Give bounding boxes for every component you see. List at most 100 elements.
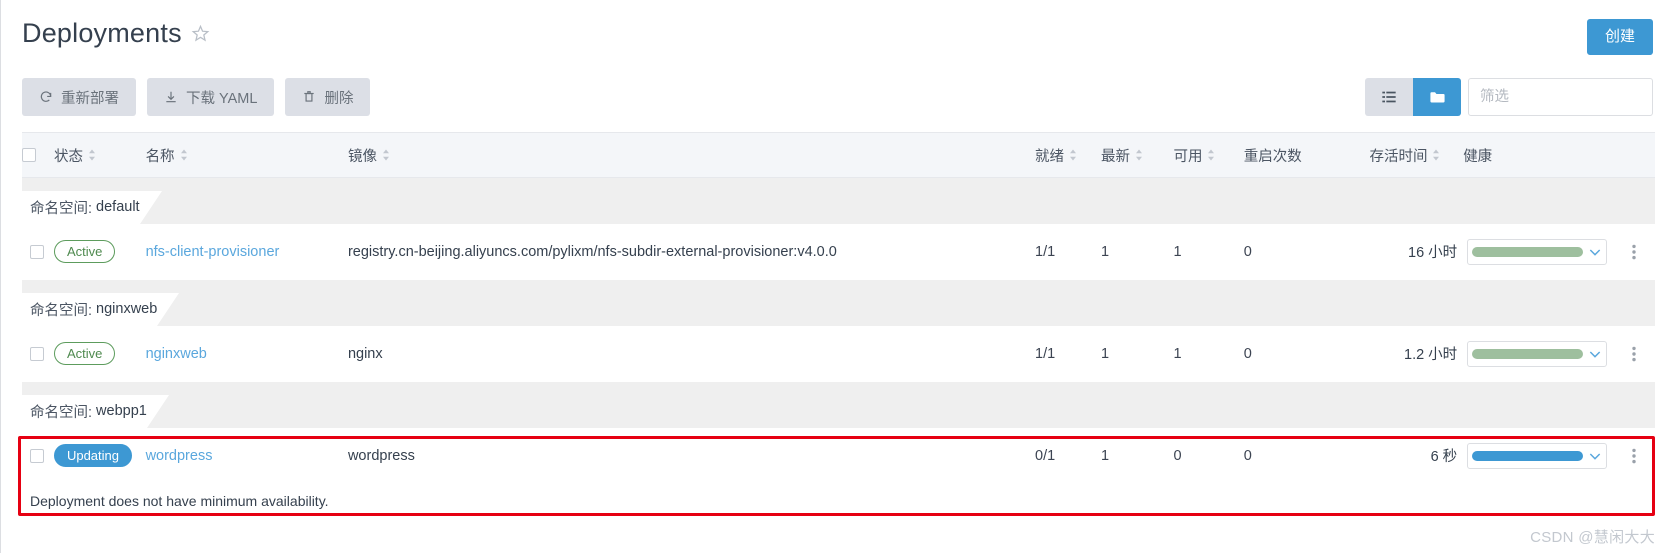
- sort-icon: [1135, 149, 1143, 161]
- row-actions-cell: [1625, 325, 1655, 382]
- table-row[interactable]: Updating wordpress wordpress 0/1 1 0 0 6…: [22, 427, 1655, 484]
- row-restarts-cell: 0: [1243, 223, 1370, 280]
- status-badge: Active: [53, 240, 116, 263]
- watermark-text: CSDN @慧闲大大: [1530, 529, 1655, 546]
- col-ready[interactable]: 就绪: [1035, 132, 1102, 178]
- sort-icon: [1207, 149, 1215, 161]
- status-badge: Active: [53, 342, 116, 365]
- deployments-page: Deployments 创建 重新部署 下载 YAML 删除 筛选 状态 名称 …: [0, 0, 1673, 553]
- deployment-name-link[interactable]: wordpress: [146, 448, 213, 464]
- row-checkbox[interactable]: [30, 346, 44, 361]
- kebab-menu-icon[interactable]: [1625, 244, 1643, 260]
- col-status[interactable]: 状态: [53, 132, 146, 178]
- table-header-row: 状态 名称 镜像 就绪 最新 可用 重启次数 存活时间 健康: [22, 132, 1655, 178]
- delete-button[interactable]: 删除: [285, 78, 371, 116]
- sort-icon: [1432, 149, 1440, 161]
- page-left-rule: [0, 0, 1, 553]
- col-name[interactable]: 名称: [145, 132, 348, 178]
- col-age[interactable]: 存活时间: [1369, 132, 1464, 178]
- namespace-value: webpp1: [96, 403, 147, 419]
- table-row[interactable]: Active nginxweb nginx 1/1 1 1 0 1.2 小时: [22, 325, 1655, 382]
- row-uptodate-cell: 1: [1101, 325, 1174, 382]
- chevron-down-icon[interactable]: [1587, 244, 1603, 260]
- row-status-cell: Active: [53, 325, 146, 382]
- chevron-down-icon[interactable]: [1587, 448, 1603, 464]
- health-bar-container[interactable]: [1467, 340, 1608, 367]
- row-age-cell: 16 小时: [1369, 223, 1464, 280]
- namespace-label: 命名空间:: [30, 302, 93, 319]
- row-select-cell: [22, 427, 54, 484]
- download-yaml-button[interactable]: 下载 YAML: [147, 78, 275, 116]
- namespace-tab: 命名空间: nginxweb: [22, 292, 180, 326]
- table-head: 状态 名称 镜像 就绪 最新 可用 重启次数 存活时间 健康: [22, 132, 1655, 178]
- view-mode-toggle: [1365, 78, 1461, 116]
- namespace-group-cell: 命名空间: webpp1: [22, 381, 1655, 428]
- kebab-menu-icon[interactable]: [1625, 448, 1643, 464]
- health-bar-container[interactable]: [1467, 238, 1608, 265]
- page-header: Deployments: [22, 18, 210, 49]
- namespace-group-header: 命名空间: default: [22, 177, 1655, 224]
- redeploy-button[interactable]: 重新部署: [22, 78, 136, 116]
- row-age-cell: 1.2 小时: [1369, 325, 1464, 382]
- action-toolbar: 重新部署 下载 YAML 删除: [22, 78, 371, 116]
- row-health-cell: [1463, 427, 1626, 484]
- namespace-group-header: 命名空间: nginxweb: [22, 279, 1655, 326]
- row-message-cell: Deployment does not have minimum availab…: [22, 484, 1655, 518]
- row-checkbox[interactable]: [30, 244, 44, 259]
- row-image-cell: wordpress: [347, 427, 1036, 484]
- table-row-message: Deployment does not have minimum availab…: [22, 484, 1655, 518]
- namespace-label: 命名空间:: [30, 200, 93, 217]
- row-restarts-cell: 0: [1243, 427, 1370, 484]
- trash-icon: [302, 90, 316, 104]
- col-restarts[interactable]: 重启次数: [1243, 132, 1370, 178]
- row-name-cell: wordpress: [145, 427, 348, 484]
- list-view-icon[interactable]: [1365, 78, 1413, 116]
- deployment-name-link[interactable]: nfs-client-provisioner: [146, 244, 280, 260]
- row-age-cell: 6 秒: [1369, 427, 1464, 484]
- col-status-label: 状态: [53, 148, 83, 165]
- image-text: registry.cn-beijing.aliyuncs.com/pylixm/…: [347, 243, 837, 260]
- col-health: 健康: [1463, 132, 1626, 178]
- select-all-checkbox[interactable]: [22, 148, 36, 163]
- filter-input[interactable]: [1468, 78, 1653, 116]
- redeploy-label: 重新部署: [61, 90, 119, 107]
- health-bar: [1472, 246, 1584, 257]
- col-available-label: 可用: [1173, 148, 1203, 165]
- image-text: nginx: [347, 345, 383, 362]
- row-select-cell: [22, 325, 54, 382]
- chevron-down-icon[interactable]: [1587, 346, 1603, 362]
- row-health-cell: [1463, 223, 1626, 280]
- row-available-cell: 1: [1173, 223, 1244, 280]
- namespace-label: 命名空间:: [30, 404, 93, 421]
- row-ready-cell: 1/1: [1035, 325, 1102, 382]
- star-outline-icon[interactable]: [191, 24, 210, 43]
- col-uptodate-label: 最新: [1101, 148, 1131, 165]
- table-row[interactable]: Active nfs-client-provisioner registry.c…: [22, 223, 1655, 280]
- row-status-cell: Updating: [53, 427, 146, 484]
- page-title: Deployments: [22, 18, 182, 48]
- deployment-name-link[interactable]: nginxweb: [146, 346, 207, 362]
- health-bar: [1472, 450, 1584, 461]
- row-checkbox[interactable]: [30, 448, 44, 463]
- folder-group-icon[interactable]: [1413, 78, 1461, 116]
- namespace-tab: 命名空间: default: [22, 190, 162, 224]
- create-button[interactable]: 创建: [1587, 19, 1653, 55]
- kebab-menu-icon[interactable]: [1625, 346, 1643, 362]
- status-badge: Updating: [53, 444, 132, 467]
- deployments-table: 状态 名称 镜像 就绪 最新 可用 重启次数 存活时间 健康 命名空间: def…: [22, 132, 1655, 518]
- col-uptodate[interactable]: 最新: [1101, 132, 1174, 178]
- col-image[interactable]: 镜像: [347, 132, 1036, 178]
- health-bar: [1472, 348, 1584, 359]
- col-name-label: 名称: [145, 148, 175, 165]
- col-available[interactable]: 可用: [1173, 132, 1244, 178]
- row-uptodate-cell: 1: [1101, 427, 1174, 484]
- health-bar-container[interactable]: [1467, 442, 1608, 469]
- row-uptodate-cell: 1: [1101, 223, 1174, 280]
- namespace-group-cell: 命名空间: default: [22, 177, 1655, 224]
- sort-icon: [180, 149, 188, 161]
- row-actions-cell: [1625, 427, 1655, 484]
- row-restarts-cell: 0: [1243, 325, 1370, 382]
- download-icon: [164, 90, 178, 104]
- row-available-cell: 0: [1173, 427, 1244, 484]
- sort-icon: [1069, 149, 1077, 161]
